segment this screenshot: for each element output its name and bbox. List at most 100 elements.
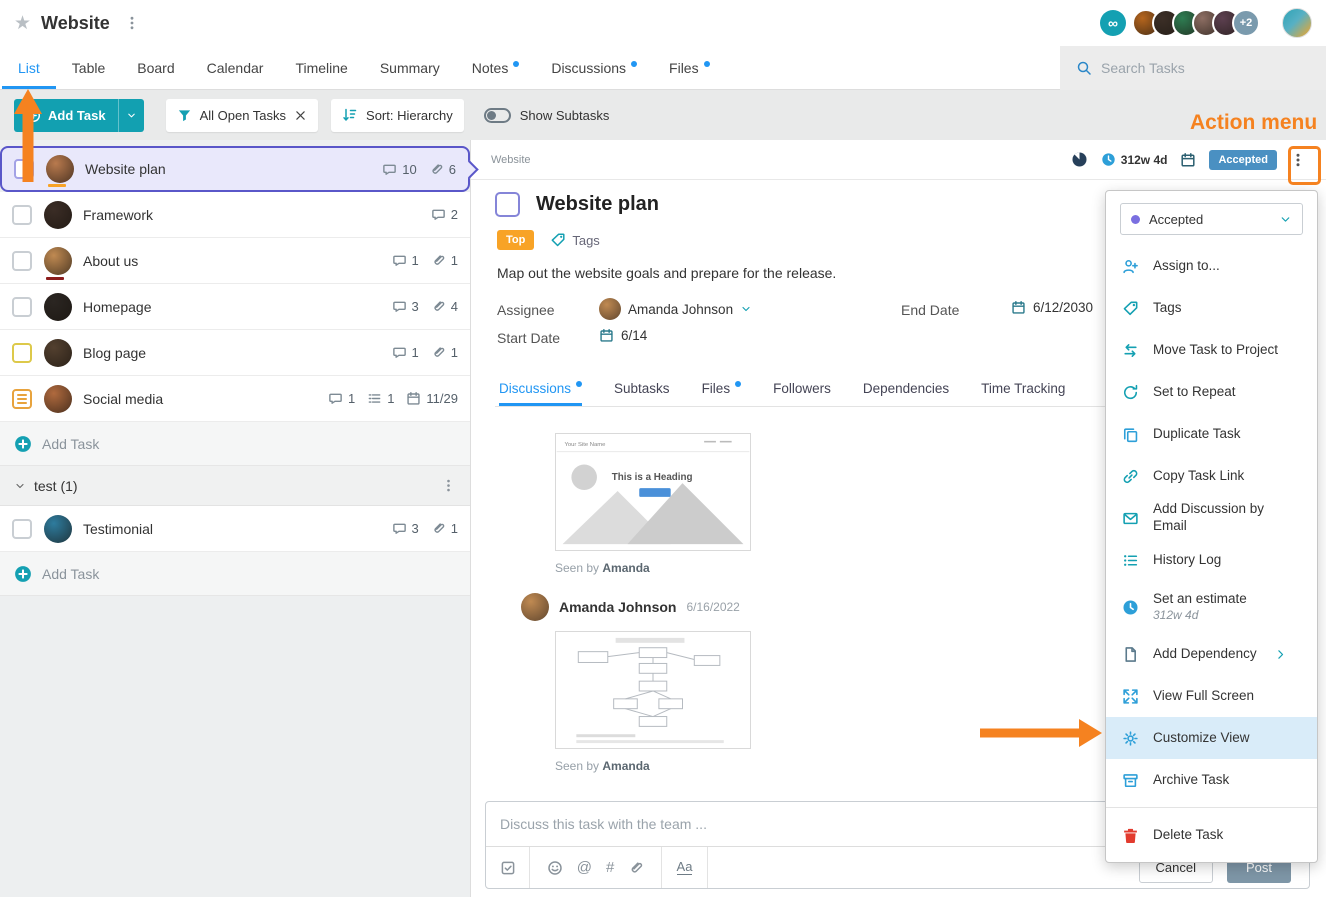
task-meta: 1111/29 xyxy=(321,391,458,406)
tab-discussions[interactable]: Discussions xyxy=(535,46,653,89)
breadcrumb: Website xyxy=(491,154,531,166)
tab-notes[interactable]: Notes xyxy=(456,46,536,89)
detail-tab-dependencies[interactable]: Dependencies xyxy=(863,370,949,406)
composer-checklist-cell[interactable] xyxy=(486,847,530,888)
detail-tab-label: Subtasks xyxy=(614,381,670,396)
favorite-star-icon[interactable]: ★ xyxy=(14,12,31,35)
detail-tab-label: Files xyxy=(702,381,731,396)
detail-tab-label: Dependencies xyxy=(863,381,949,396)
attachment-clip-icon[interactable] xyxy=(628,860,644,876)
estimate-indicator[interactable]: 312w 4d xyxy=(1101,152,1168,167)
menu-item-move-task-to-project[interactable]: Move Task to Project xyxy=(1106,329,1317,371)
task-checkbox[interactable] xyxy=(12,389,32,409)
detail-tab-files[interactable]: Files xyxy=(702,370,742,406)
menu-item-history-log[interactable]: History Log xyxy=(1106,539,1317,581)
tab-summary[interactable]: Summary xyxy=(364,46,456,89)
menu-item-add-dependency[interactable]: Add Dependency xyxy=(1106,633,1317,675)
task-row[interactable]: Blog page11 xyxy=(0,330,470,376)
task-checkbox[interactable] xyxy=(12,251,32,271)
add-task-row[interactable]: Add Task xyxy=(0,422,470,466)
detail-tab-discussions[interactable]: Discussions xyxy=(499,370,582,406)
assignee-value[interactable]: Amanda Johnson xyxy=(599,298,752,320)
tags-chip[interactable]: Tags xyxy=(550,232,599,248)
menu-item-text: History Log xyxy=(1153,552,1221,569)
task-checkbox[interactable] xyxy=(12,343,32,363)
task-checkbox[interactable] xyxy=(14,159,34,179)
tab-timeline[interactable]: Timeline xyxy=(279,46,363,89)
workspace-avatar[interactable]: ∞ xyxy=(1100,10,1126,36)
menu-item-view-full-screen[interactable]: View Full Screen xyxy=(1106,675,1317,717)
menu-item-tags[interactable]: Tags xyxy=(1106,287,1317,329)
status-select[interactable]: Accepted xyxy=(1120,203,1303,235)
show-subtasks-toggle[interactable]: Show Subtasks xyxy=(484,108,610,123)
search-tasks-box[interactable] xyxy=(1060,46,1326,90)
group-menu-dots-icon[interactable] xyxy=(441,478,456,493)
add-task-row-2[interactable]: Add Task xyxy=(0,552,470,596)
discussion-image-website-mockup[interactable]: Your Site Name This is a Heading xyxy=(555,433,751,551)
task-action-menu-dots-icon[interactable] xyxy=(1290,152,1306,168)
menu-item-customize-view[interactable]: Customize View xyxy=(1106,717,1317,759)
sort-chip[interactable]: Sort: Hierarchy xyxy=(331,99,464,132)
menu-item-archive-task[interactable]: Archive Task xyxy=(1106,759,1317,801)
menu-item-text: Delete Task xyxy=(1153,827,1223,844)
menu-item-label: Archive Task xyxy=(1153,772,1229,789)
task-checkbox[interactable] xyxy=(12,519,32,539)
detail-tab-time-tracking[interactable]: Time Tracking xyxy=(981,370,1065,406)
menu-item-set-to-repeat[interactable]: Set to Repeat xyxy=(1106,371,1317,413)
filter-chip[interactable]: All Open Tasks xyxy=(166,99,318,132)
start-date-value[interactable]: 6/14 xyxy=(599,328,647,343)
tab-label: Table xyxy=(72,60,105,76)
task-title: Testimonial xyxy=(83,521,153,537)
end-date-value[interactable]: 6/12/2030 xyxy=(1011,300,1093,315)
project-menu-dots-icon[interactable] xyxy=(124,15,140,31)
detail-tab-subtasks[interactable]: Subtasks xyxy=(614,370,670,406)
menu-item-assign-to[interactable]: Assign to... xyxy=(1106,245,1317,287)
task-row[interactable]: Social media1111/29 xyxy=(0,376,470,422)
tab-board[interactable]: Board xyxy=(121,46,190,89)
tab-list[interactable]: List xyxy=(2,46,56,89)
add-task-caret[interactable] xyxy=(118,99,144,132)
task-checkbox[interactable] xyxy=(12,297,32,317)
hashtag-icon[interactable]: # xyxy=(606,859,614,876)
search-input[interactable] xyxy=(1101,60,1301,76)
progress-pie-icon[interactable] xyxy=(1071,151,1088,168)
emoji-icon[interactable] xyxy=(547,860,563,876)
status-badge[interactable]: Accepted xyxy=(1209,150,1277,170)
unread-dot xyxy=(576,381,582,387)
detail-tab-followers[interactable]: Followers xyxy=(773,370,831,406)
assignee-avatar xyxy=(599,298,621,320)
add-task-button[interactable]: Add Task xyxy=(14,99,144,132)
attachment-count: 1 xyxy=(451,521,458,536)
assignee-avatar xyxy=(44,293,72,321)
task-meta: 2 xyxy=(424,207,458,222)
tab-table[interactable]: Table xyxy=(56,46,121,89)
tab-files[interactable]: Files xyxy=(653,46,726,89)
discussion-image-flowchart[interactable] xyxy=(555,631,751,749)
menu-item-set-an-estimate[interactable]: Set an estimate312w 4d xyxy=(1106,581,1317,633)
task-row[interactable]: About us11 xyxy=(0,238,470,284)
task-row[interactable]: Framework2 xyxy=(0,192,470,238)
task-row[interactable]: Testimonial31 xyxy=(0,506,470,552)
add-task-label: Add Task xyxy=(48,108,106,123)
clear-filter-icon[interactable] xyxy=(294,109,307,122)
task-title: About us xyxy=(83,253,138,269)
mention-at-icon[interactable]: @ xyxy=(577,859,592,876)
chevron-down-icon xyxy=(740,303,752,315)
calendar-icon[interactable] xyxy=(1180,152,1196,168)
task-group-header[interactable]: test (1) xyxy=(0,466,470,506)
menu-item-label: View Full Screen xyxy=(1153,688,1254,705)
task-row[interactable]: Website plan106 xyxy=(0,146,470,192)
menu-item-add-discussion-by-email[interactable]: Add Discussion by Email xyxy=(1106,497,1317,539)
task-complete-checkbox[interactable] xyxy=(495,192,520,217)
composer-format-cell[interactable]: Aa xyxy=(662,847,708,888)
task-row[interactable]: Homepage34 xyxy=(0,284,470,330)
avatar-overflow-badge[interactable]: +2 xyxy=(1232,9,1260,37)
menu-item-duplicate-task[interactable]: Duplicate Task xyxy=(1106,413,1317,455)
profile-avatar[interactable] xyxy=(1282,8,1312,38)
menu-item-delete-task[interactable]: Delete Task xyxy=(1106,814,1317,856)
menu-item-copy-task-link[interactable]: Copy Task Link xyxy=(1106,455,1317,497)
tab-calendar[interactable]: Calendar xyxy=(191,46,280,89)
move-icon xyxy=(1122,342,1139,359)
priority-badge[interactable]: Top xyxy=(497,230,534,250)
task-checkbox[interactable] xyxy=(12,205,32,225)
